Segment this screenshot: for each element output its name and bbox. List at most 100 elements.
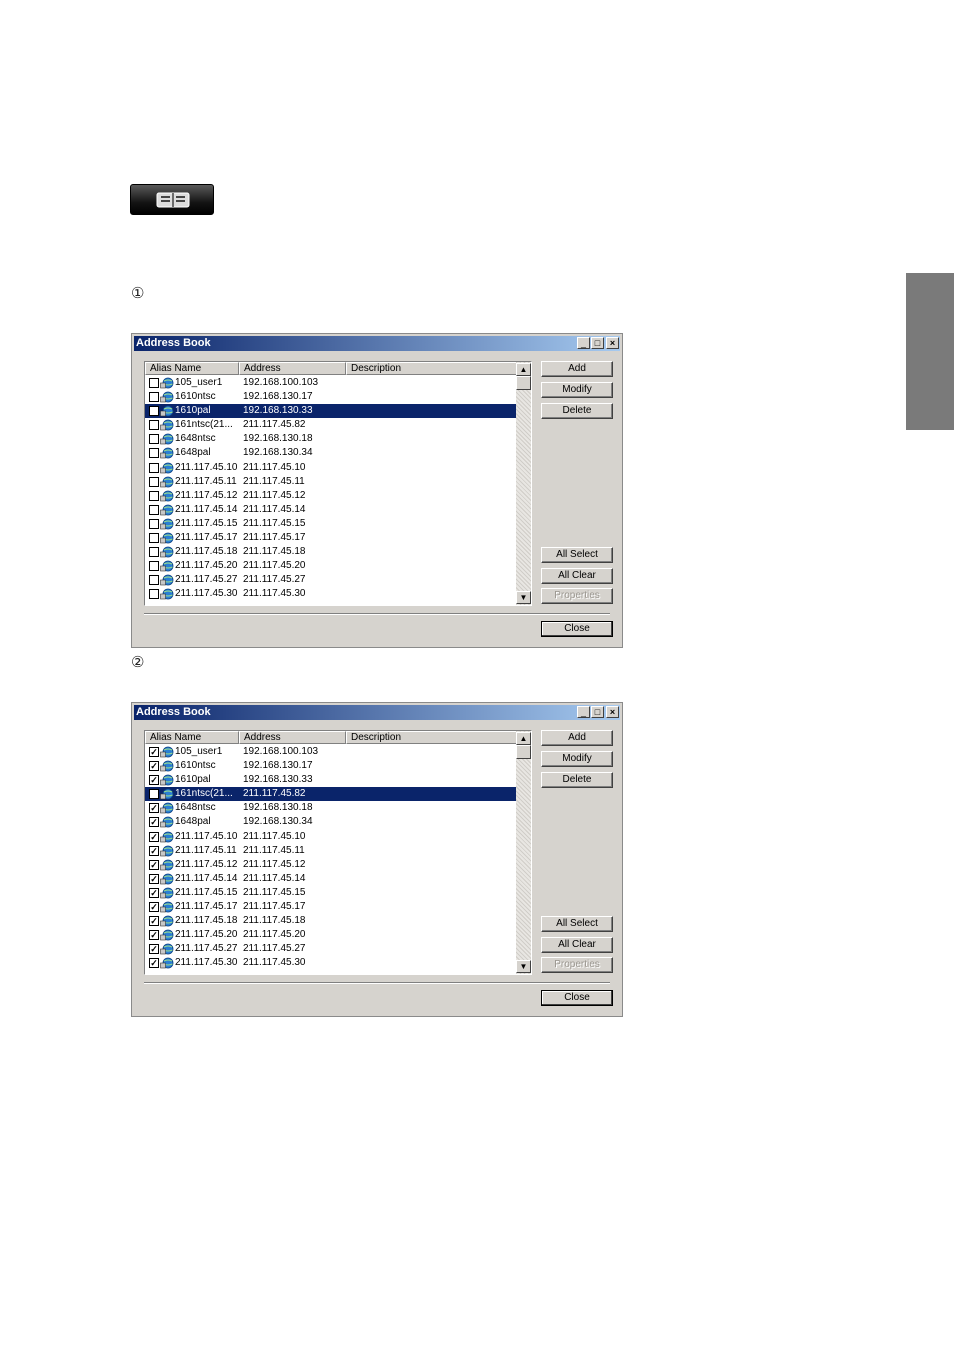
table-row[interactable]: 1648pal 192.168.130.34 xyxy=(145,446,517,460)
add-button[interactable]: Add xyxy=(541,361,613,377)
address-list[interactable]: Alias Name Address Description 105_user1… xyxy=(144,361,532,606)
row-checkbox[interactable]: ✓ xyxy=(149,859,159,870)
address-book-button[interactable] xyxy=(130,184,214,215)
close-window-button[interactable]: × xyxy=(606,337,619,349)
table-row[interactable]: 211.117.45.14 211.117.45.14 xyxy=(145,503,517,517)
table-row[interactable]: 211.117.45.10 211.117.45.10 xyxy=(145,461,517,475)
table-row[interactable]: 211.117.45.17 211.117.45.17 xyxy=(145,531,517,545)
table-row[interactable]: ✓ 211.117.45.14 211.117.45.14 xyxy=(145,872,517,886)
delete-button[interactable]: Delete xyxy=(541,772,613,788)
column-header-alias[interactable]: Alias Name xyxy=(145,731,239,744)
row-checkbox[interactable]: ✓ xyxy=(149,803,159,814)
table-row[interactable]: ✓ 1610ntsc 192.168.130.17 xyxy=(145,759,517,773)
row-checkbox[interactable]: ✓ xyxy=(149,873,159,884)
row-checkbox[interactable]: ✓ xyxy=(149,831,159,842)
column-header-description[interactable]: Description xyxy=(346,731,517,744)
minimize-button[interactable]: _ xyxy=(577,706,590,718)
scroll-thumb[interactable] xyxy=(516,745,531,759)
table-row[interactable]: 161ntsc(21... 211.117.45.82 xyxy=(145,418,517,432)
row-checkbox[interactable] xyxy=(149,462,159,473)
properties-button[interactable]: Properties xyxy=(541,957,613,973)
table-row[interactable]: 211.117.45.15 211.117.45.15 xyxy=(145,517,517,531)
row-checkbox[interactable] xyxy=(149,406,159,417)
table-row[interactable]: ✓ 211.117.45.12 211.117.45.12 xyxy=(145,858,517,872)
row-checkbox[interactable] xyxy=(149,392,159,403)
table-row[interactable]: ✓ 211.117.45.20 211.117.45.20 xyxy=(145,928,517,942)
maximize-button[interactable]: □ xyxy=(591,706,604,718)
row-checkbox[interactable] xyxy=(149,518,159,529)
row-checkbox[interactable] xyxy=(149,504,159,515)
table-row[interactable]: ✓ 211.117.45.15 211.117.45.15 xyxy=(145,886,517,900)
row-checkbox[interactable] xyxy=(149,490,159,501)
minimize-button[interactable]: _ xyxy=(577,337,590,349)
table-row[interactable]: ✓ 105_user1 192.168.100.103 xyxy=(145,745,517,759)
table-row[interactable]: ✓ 211.117.45.27 211.117.45.27 xyxy=(145,942,517,956)
row-checkbox[interactable]: ✓ xyxy=(149,845,159,856)
table-row[interactable]: ✓ 1648pal 192.168.130.34 xyxy=(145,815,517,829)
table-row[interactable]: 211.117.45.30 211.117.45.30 xyxy=(145,587,517,601)
row-checkbox[interactable]: ✓ xyxy=(149,817,159,828)
table-row[interactable]: 105_user1 192.168.100.103 xyxy=(145,376,517,390)
row-checkbox[interactable] xyxy=(149,789,159,800)
table-row[interactable]: 211.117.45.11 211.117.45.11 xyxy=(145,475,517,489)
row-checkbox[interactable]: ✓ xyxy=(149,930,159,941)
scroll-up-icon[interactable]: ▲ xyxy=(516,363,531,376)
scroll-thumb[interactable] xyxy=(516,376,531,390)
table-row[interactable]: 1610pal 192.168.130.33 xyxy=(145,404,517,419)
table-row[interactable]: ✓ 211.117.45.10 211.117.45.10 xyxy=(145,830,517,844)
close-button[interactable]: Close xyxy=(541,621,613,637)
row-checkbox[interactable]: ✓ xyxy=(149,747,159,757)
table-row[interactable]: 211.117.45.12 211.117.45.12 xyxy=(145,489,517,503)
row-checkbox[interactable]: ✓ xyxy=(149,775,159,786)
table-row[interactable]: ✓ 211.117.45.11 211.117.45.11 xyxy=(145,844,517,858)
scroll-up-icon[interactable]: ▲ xyxy=(516,732,531,745)
table-row[interactable]: ✓ 1648ntsc 192.168.130.18 xyxy=(145,801,517,815)
delete-button[interactable]: Delete xyxy=(541,403,613,419)
row-checkbox[interactable] xyxy=(149,547,159,558)
row-checkbox[interactable]: ✓ xyxy=(149,916,159,927)
maximize-button[interactable]: □ xyxy=(591,337,604,349)
column-header-description[interactable]: Description xyxy=(346,362,517,375)
scroll-down-icon[interactable]: ▼ xyxy=(516,591,531,604)
vertical-scrollbar[interactable]: ▲ ▼ xyxy=(516,731,531,974)
column-header-address[interactable]: Address xyxy=(239,362,346,375)
close-button[interactable]: Close xyxy=(541,990,613,1006)
add-button[interactable]: Add xyxy=(541,730,613,746)
row-checkbox[interactable] xyxy=(149,378,159,388)
table-row[interactable]: ✓ 211.117.45.17 211.117.45.17 xyxy=(145,900,517,914)
properties-button[interactable]: Properties xyxy=(541,588,613,604)
row-checkbox[interactable]: ✓ xyxy=(149,761,159,772)
row-checkbox[interactable] xyxy=(149,533,159,544)
table-row[interactable]: 1610ntsc 192.168.130.17 xyxy=(145,390,517,404)
all-select-button[interactable]: All Select xyxy=(541,547,613,563)
row-checkbox[interactable] xyxy=(149,420,159,431)
column-header-address[interactable]: Address xyxy=(239,731,346,744)
table-row[interactable]: 211.117.45.20 211.117.45.20 xyxy=(145,559,517,573)
row-checkbox[interactable]: ✓ xyxy=(149,887,159,898)
all-select-button[interactable]: All Select xyxy=(541,916,613,932)
table-row[interactable]: 211.117.45.27 211.117.45.27 xyxy=(145,573,517,587)
row-checkbox[interactable]: ✓ xyxy=(149,958,159,969)
column-header-alias[interactable]: Alias Name xyxy=(145,362,239,375)
table-row[interactable]: 1648ntsc 192.168.130.18 xyxy=(145,432,517,446)
modify-button[interactable]: Modify xyxy=(541,382,613,398)
all-clear-button[interactable]: All Clear xyxy=(541,937,613,953)
table-row[interactable]: 161ntsc(21... 211.117.45.82 xyxy=(145,787,517,802)
row-checkbox[interactable]: ✓ xyxy=(149,944,159,955)
row-checkbox[interactable]: ✓ xyxy=(149,902,159,913)
row-checkbox[interactable] xyxy=(149,434,159,445)
title-bar[interactable]: Address Book _ □ × xyxy=(134,336,620,351)
all-clear-button[interactable]: All Clear xyxy=(541,568,613,584)
address-list[interactable]: Alias Name Address Description ✓ 105_user… xyxy=(144,730,532,975)
row-checkbox[interactable] xyxy=(149,575,159,586)
vertical-scrollbar[interactable]: ▲ ▼ xyxy=(516,362,531,605)
table-row[interactable]: ✓ 1610pal 192.168.130.33 xyxy=(145,773,517,787)
table-row[interactable]: ✓ 211.117.45.18 211.117.45.18 xyxy=(145,914,517,928)
table-row[interactable]: ✓ 211.117.45.30 211.117.45.30 xyxy=(145,956,517,970)
title-bar[interactable]: Address Book _ □ × xyxy=(134,705,620,720)
close-window-button[interactable]: × xyxy=(606,706,619,718)
row-checkbox[interactable] xyxy=(149,561,159,572)
row-checkbox[interactable] xyxy=(149,589,159,600)
row-checkbox[interactable] xyxy=(149,476,159,487)
row-checkbox[interactable] xyxy=(149,448,159,459)
